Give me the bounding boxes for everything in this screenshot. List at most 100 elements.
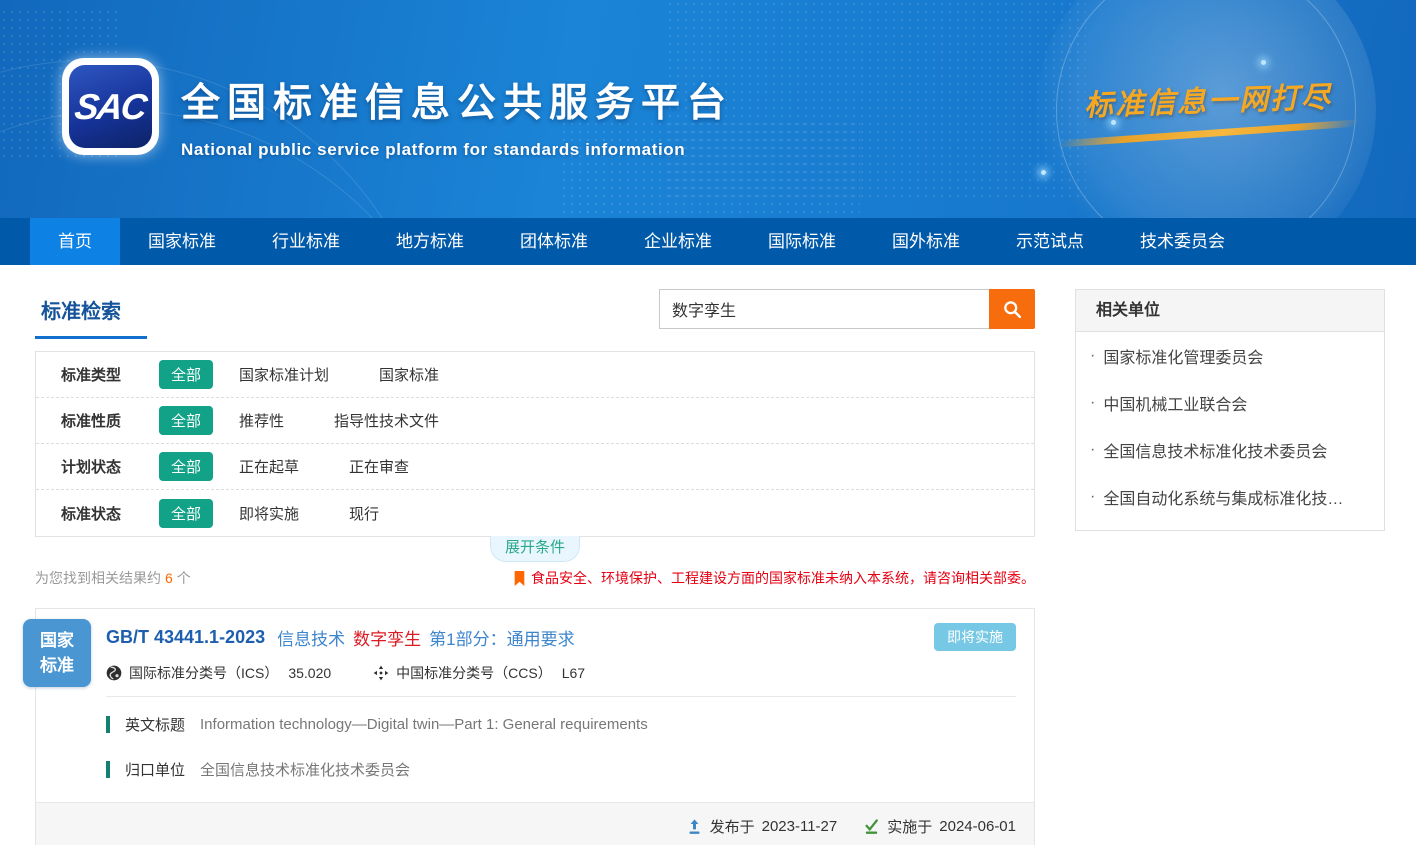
filter-option[interactable]: 国家标准计划 (239, 364, 329, 385)
site-subtitle: National public service platform for sta… (181, 140, 733, 160)
implemented-label: 实施于 (887, 816, 932, 837)
filter-label: 计划状态 (61, 456, 159, 477)
nav-item-pilot[interactable]: 示范试点 (988, 218, 1112, 265)
sidebar-item-label: 全国自动化系统与集成标准化技… (1103, 485, 1343, 509)
filter-row-standard-nature: 标准性质 全部 推荐性 指导性技术文件 (36, 398, 1034, 444)
bullet: · (1090, 394, 1095, 412)
filter-label: 标准性质 (61, 410, 159, 431)
field-label: 英文标题 (125, 714, 185, 735)
filter-option[interactable]: 推荐性 (239, 410, 284, 431)
filter-option[interactable]: 现行 (349, 503, 379, 524)
expand-conditions-button[interactable]: 展开条件 (490, 536, 580, 562)
nav-item-group-standards[interactable]: 团体标准 (492, 218, 616, 265)
search-button[interactable] (989, 289, 1035, 329)
filter-option[interactable]: 正在审查 (349, 456, 409, 477)
implemented-date-group: 实施于 2024-06-01 (863, 816, 1016, 837)
badge-line2: 标准 (40, 653, 74, 678)
nav-item-technical-committee[interactable]: 技术委员会 (1112, 218, 1253, 265)
card-footer: 发布于 2023-11-27 实施于 2024-06-01 (36, 802, 1034, 845)
result-summary: 为您找到相关结果约6个 (35, 568, 191, 588)
sac-logo[interactable]: SAC (62, 58, 159, 155)
nav-item-industry-standards[interactable]: 行业标准 (244, 218, 368, 265)
published-date: 2023-11-27 (762, 818, 838, 835)
search-input[interactable] (659, 289, 989, 329)
implemented-date: 2024-06-01 (939, 818, 1016, 835)
main-nav: 首页 国家标准 行业标准 地方标准 团体标准 企业标准 国际标准 国外标准 示范… (0, 218, 1416, 265)
bullet: · (1090, 488, 1095, 506)
nav-item-foreign-standards[interactable]: 国外标准 (864, 218, 988, 265)
related-units-title: 相关单位 (1076, 290, 1384, 332)
section-head: 标准检索 (35, 289, 1035, 347)
nav-item-home[interactable]: 首页 (30, 218, 120, 265)
standard-title-highlight[interactable]: 数字孪生 (353, 625, 421, 650)
globe-icon (106, 665, 122, 681)
related-units-panel: 相关单位 · 国家标准化管理委员会 · 中国机械工业联合会 · 全国信息技术标准… (1075, 289, 1385, 531)
filter-all-button[interactable]: 全部 (159, 452, 213, 481)
sidebar-item-label: 全国信息技术标准化技术委员会 (1103, 438, 1327, 462)
sidebar-item-machinery-federation[interactable]: · 中国机械工业联合会 (1076, 379, 1384, 426)
status-badge: 即将实施 (934, 623, 1016, 651)
bullet: · (1090, 347, 1095, 365)
slogan-text: 标准信息一网打尽 (1057, 73, 1358, 125)
published-date-group: 发布于 2023-11-27 (686, 816, 838, 837)
standard-title-part1[interactable]: 信息技术 (277, 625, 345, 650)
search-icon (1002, 299, 1023, 320)
field-marker-bar (106, 761, 110, 778)
filter-option[interactable]: 正在起草 (239, 456, 299, 477)
main-column: 标准检索 标准类型 全部 国家标准计划 国家标准 (35, 289, 1035, 845)
sidebar-item-label: 国家标准化管理委员会 (1103, 344, 1263, 368)
site-title-block: 全国标准信息公共服务平台 National public service pla… (181, 72, 733, 160)
field-label: 归口单位 (125, 759, 185, 780)
standard-code-link[interactable]: GB/T 43441.1-2023 (106, 627, 265, 648)
filter-row-standard-type: 标准类型 全部 国家标准计划 国家标准 (36, 352, 1034, 398)
notice-banner: 食品安全、环境保护、工程建设方面的国家标准未纳入本系统，请咨询相关部委。 (513, 568, 1035, 588)
site-title: 全国标准信息公共服务平台 (181, 72, 733, 128)
notice-text: 食品安全、环境保护、工程建设方面的国家标准未纳入本系统，请咨询相关部委。 (531, 568, 1035, 588)
badge-line1: 国家 (40, 628, 74, 653)
summary-prefix: 为您找到相关结果约 (35, 570, 161, 586)
ccs-value: L67 (562, 665, 585, 681)
sac-logo-text: SAC (73, 86, 149, 128)
nav-item-international-standards[interactable]: 国际标准 (740, 218, 864, 265)
standard-title-part2[interactable]: 第1部分：通用要求 (429, 625, 574, 650)
filter-row-standard-status: 标准状态 全部 即将实施 现行 (36, 490, 1034, 536)
sidebar-item-sac[interactable]: · 国家标准化管理委员会 (1076, 332, 1384, 379)
filter-label: 标准类型 (61, 364, 159, 385)
filter-all-button[interactable]: 全部 (159, 499, 213, 528)
nav-item-national-standards[interactable]: 国家标准 (120, 218, 244, 265)
field-value: 全国信息技术标准化技术委员会 (200, 759, 410, 780)
bookmark-icon (513, 571, 526, 586)
compass-icon (373, 665, 389, 681)
field-committee: 归口单位 全国信息技术标准化技术委员会 (106, 759, 1016, 780)
field-english-title: 英文标题 Information technology—Digital twin… (106, 714, 1016, 735)
filter-option[interactable]: 指导性技术文件 (334, 410, 439, 431)
spark-decoration (1041, 170, 1046, 175)
sidebar-item-automation-committee[interactable]: · 全国自动化系统与集成标准化技… (1076, 473, 1384, 520)
field-value: Information technology—Digital twin—Part… (200, 716, 648, 733)
field-marker-bar (106, 716, 110, 733)
ics-value: 35.020 (288, 665, 331, 681)
section-title: 标准检索 (35, 289, 147, 339)
sidebar-item-label: 中国机械工业联合会 (1103, 391, 1247, 415)
page: SAC 全国标准信息公共服务平台 National public service… (0, 0, 1416, 845)
filter-option[interactable]: 国家标准 (379, 364, 439, 385)
filter-row-plan-status: 计划状态 全部 正在起草 正在审查 (36, 444, 1034, 490)
filter-all-button[interactable]: 全部 (159, 360, 213, 389)
summary-count: 6 (165, 570, 173, 586)
filter-all-button[interactable]: 全部 (159, 406, 213, 435)
filter-box: 标准类型 全部 国家标准计划 国家标准 标准性质 全部 推荐性 指导性技术文件 … (35, 351, 1035, 537)
filter-label: 标准状态 (61, 503, 159, 524)
nav-item-local-standards[interactable]: 地方标准 (368, 218, 492, 265)
card-main: GB/T 43441.1-2023 信息技术 数字孪生 第1部分：通用要求 即将… (36, 609, 1034, 780)
nav-item-enterprise-standards[interactable]: 企业标准 (616, 218, 740, 265)
sac-logo-inner: SAC (69, 65, 152, 148)
filter-option[interactable]: 即将实施 (239, 503, 299, 524)
search-box (659, 289, 1035, 329)
standard-type-badge: 国家 标准 (23, 619, 91, 687)
sidebar-item-it-standardization-committee[interactable]: · 全国信息技术标准化技术委员会 (1076, 426, 1384, 473)
site-header: SAC 全国标准信息公共服务平台 National public service… (0, 0, 1416, 218)
summary-suffix: 个 (177, 570, 191, 586)
check-icon (863, 818, 880, 835)
card-title-row: GB/T 43441.1-2023 信息技术 数字孪生 第1部分：通用要求 即将… (106, 623, 1016, 651)
publish-icon (686, 818, 703, 835)
